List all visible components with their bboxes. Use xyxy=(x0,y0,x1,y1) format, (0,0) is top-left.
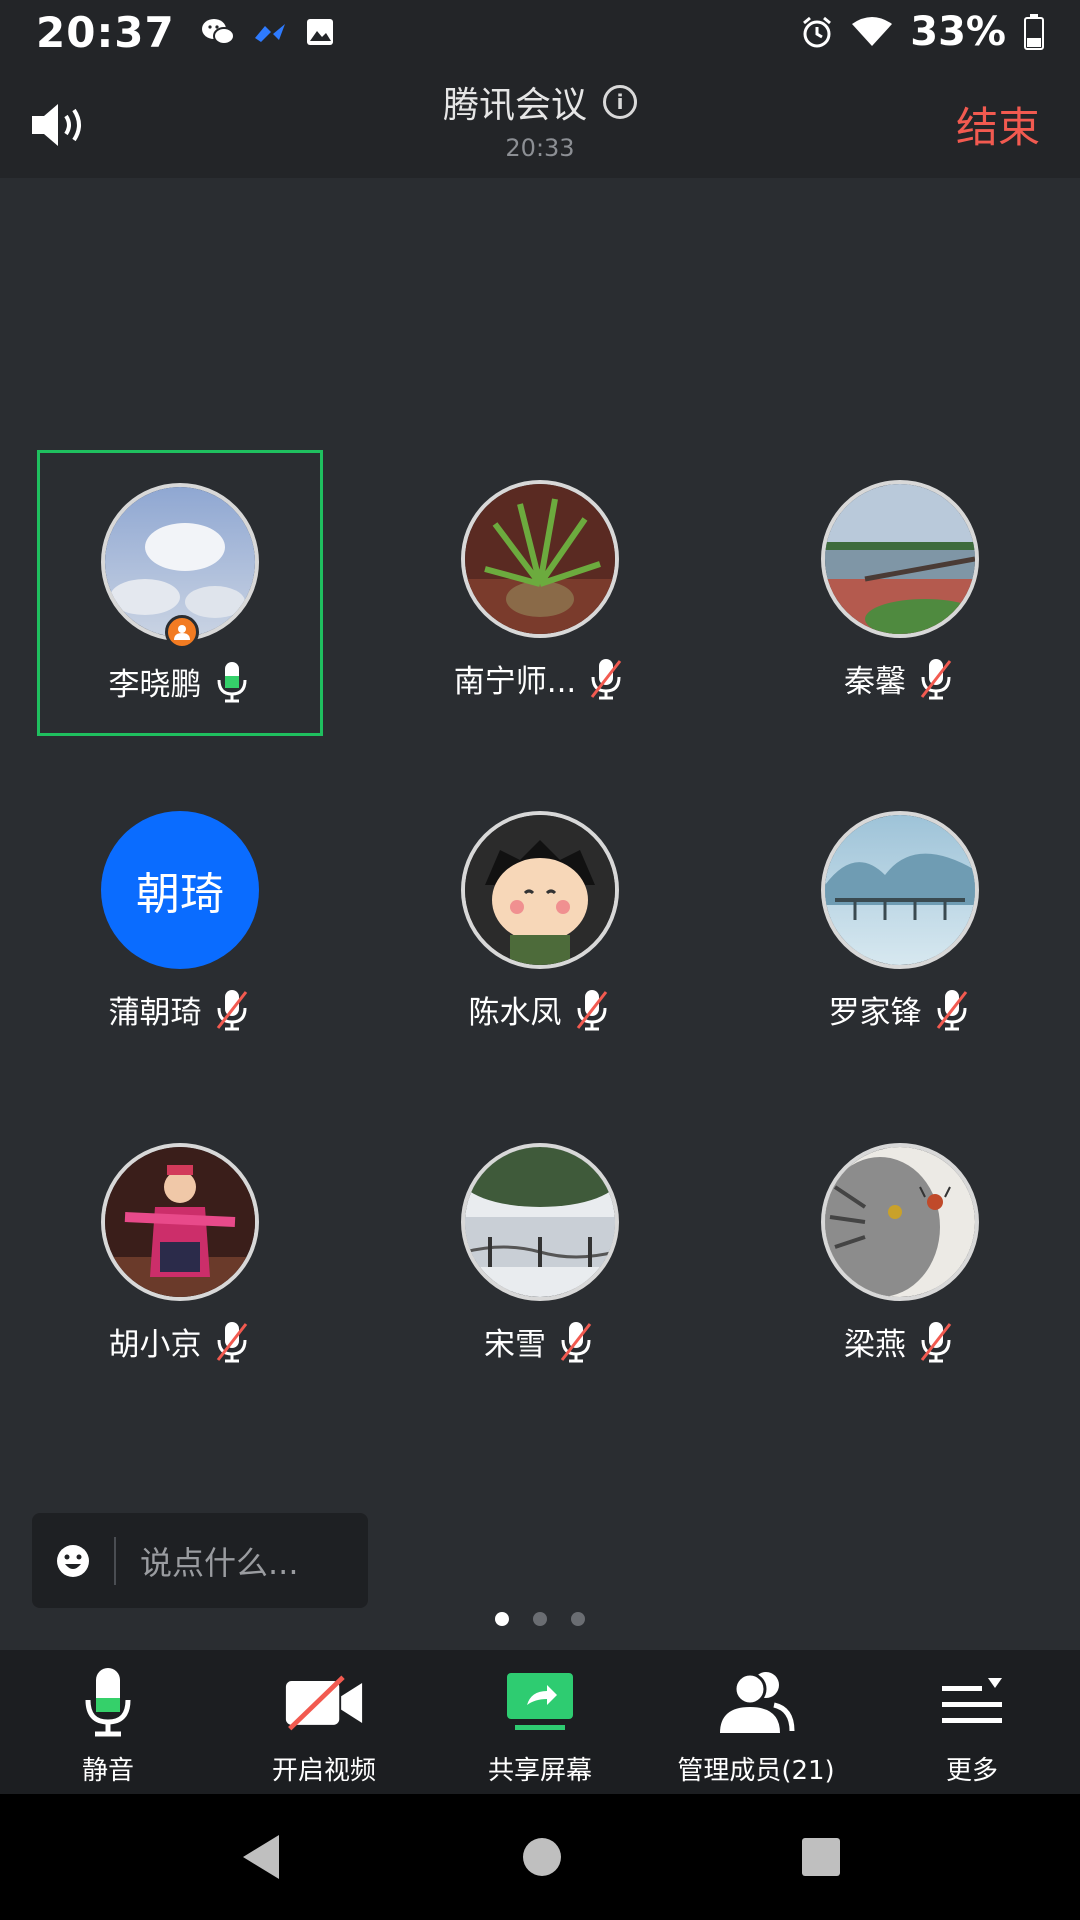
wifi-icon xyxy=(852,17,893,46)
page-dot[interactable] xyxy=(571,1612,585,1626)
status-time: 20:37 xyxy=(36,7,175,57)
participant-name: 梁燕 xyxy=(844,1327,906,1363)
share-label: 共享屏幕 xyxy=(487,1756,592,1786)
avatar xyxy=(101,483,259,649)
participant-tile[interactable]: 李晓鹏 xyxy=(37,450,323,736)
info-icon[interactable]: i xyxy=(603,85,637,119)
participant-tile[interactable]: 胡小京 xyxy=(37,1113,323,1399)
mic-on-icon xyxy=(217,661,246,702)
participant-name: 罗家锋 xyxy=(828,995,922,1031)
mic-muted-icon xyxy=(936,989,967,1030)
emoji-icon[interactable] xyxy=(56,1544,90,1578)
participant-name: 陈水凤 xyxy=(468,995,562,1031)
more-button[interactable]: 更多 xyxy=(864,1650,1080,1794)
participant-tile[interactable]: 南宁师... xyxy=(397,450,683,736)
home-icon[interactable] xyxy=(522,1837,562,1877)
avatar xyxy=(821,480,979,638)
participant-tile[interactable]: 秦馨 xyxy=(757,450,1043,736)
page-dot[interactable] xyxy=(533,1612,547,1626)
mic-muted-icon xyxy=(216,989,247,1030)
participant-tile[interactable]: 宋雪 xyxy=(397,1113,683,1399)
battery-percent: 33% xyxy=(910,9,1006,55)
chat-placeholder: 说点什么... xyxy=(140,1543,299,1582)
page-dot[interactable] xyxy=(495,1612,509,1626)
participant-tile[interactable]: 罗家锋 xyxy=(757,781,1043,1067)
microphone-icon xyxy=(85,1668,131,1737)
recents-icon[interactable] xyxy=(801,1837,841,1877)
more-label: 更多 xyxy=(945,1756,998,1786)
participant-tile[interactable]: 朝琦蒲朝琦 xyxy=(37,781,323,1067)
share-screen-button[interactable]: 共享屏幕 xyxy=(432,1650,648,1794)
members-icon xyxy=(720,1672,795,1733)
end-meeting-button[interactable]: 结束 xyxy=(956,94,1040,155)
alarm-icon xyxy=(803,16,832,48)
mic-muted-icon xyxy=(560,1321,592,1362)
mic-muted-icon xyxy=(920,658,952,699)
video-off-icon xyxy=(285,1675,363,1731)
participant-name: 南宁师... xyxy=(453,664,577,700)
mic-muted-icon xyxy=(920,1321,952,1362)
avatar xyxy=(461,1143,619,1301)
participant-name: 蒲朝琦 xyxy=(108,995,202,1031)
participant-name: 秦馨 xyxy=(844,664,906,700)
mic-muted-icon xyxy=(216,1321,247,1362)
chat-divider xyxy=(114,1536,116,1585)
chat-input[interactable]: 说点什么... xyxy=(32,1513,368,1608)
meeting-toolbar: 静音 开启视频 共享屏幕 管理成员(21) 更多 xyxy=(0,1650,1080,1794)
feishu-icon xyxy=(254,24,285,42)
mic-muted-icon xyxy=(576,989,607,1030)
avatar xyxy=(821,1143,979,1301)
share-screen-icon xyxy=(507,1673,573,1730)
mic-muted-icon xyxy=(591,658,622,699)
video-label: 开启视频 xyxy=(271,1756,376,1786)
more-menu-icon xyxy=(942,1678,1002,1723)
mute-button[interactable]: 静音 xyxy=(0,1650,216,1794)
meeting-time: 20:33 xyxy=(505,134,575,162)
avatar xyxy=(461,480,619,638)
participant-name: 宋雪 xyxy=(484,1327,546,1363)
manage-members-button[interactable]: 管理成员(21) xyxy=(648,1650,864,1794)
video-button[interactable]: 开启视频 xyxy=(216,1650,432,1794)
meeting-header: 腾讯会议 i 20:33 结束 xyxy=(0,64,1080,178)
participant-name: 胡小京 xyxy=(108,1327,202,1363)
members-label: 管理成员(21) xyxy=(677,1756,835,1786)
participant-tile[interactable]: 梁燕 xyxy=(757,1113,1043,1399)
meeting-title[interactable]: 腾讯会议 xyxy=(443,76,587,128)
system-nav-bar xyxy=(0,1794,1080,1920)
mute-label: 静音 xyxy=(81,1756,134,1786)
page-indicator xyxy=(0,1612,1080,1626)
avatar xyxy=(101,1143,259,1301)
avatar: 朝琦 xyxy=(101,811,259,969)
wechat-icon xyxy=(201,19,235,45)
status-bar: 20:37 33% xyxy=(0,0,1080,64)
participant-name: 李晓鹏 xyxy=(108,667,202,703)
avatar xyxy=(821,811,979,969)
avatar xyxy=(461,811,619,969)
back-icon[interactable] xyxy=(239,1833,283,1881)
host-badge-icon xyxy=(165,615,199,649)
gallery-icon xyxy=(306,19,333,45)
participant-tile[interactable]: 陈水凤 xyxy=(397,781,683,1067)
battery-icon xyxy=(1024,14,1044,50)
